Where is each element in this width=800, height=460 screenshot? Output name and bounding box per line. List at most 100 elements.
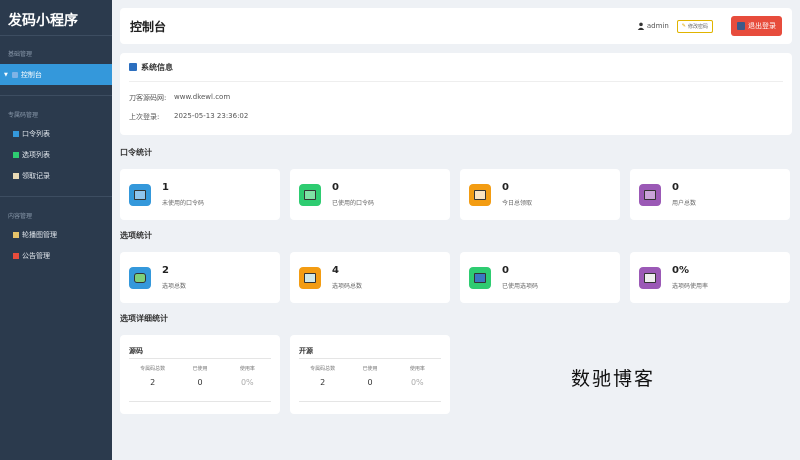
check-icon <box>13 151 19 158</box>
change-password-button[interactable]: ✎ 修改密码 <box>676 19 713 33</box>
info-row: 上次登录: 2025-05-13 23:36:02 <box>129 112 783 122</box>
option-name: 源码 <box>129 335 271 359</box>
user-icon <box>637 22 645 30</box>
users-icon <box>639 183 661 206</box>
sidebar-item-label: 领取记录 <box>22 171 50 180</box>
stat-value: 0 <box>332 182 339 193</box>
detail-header: 已使用 <box>362 366 378 372</box>
pencil-icon: ✎ <box>681 23 686 29</box>
stat-value: 0% <box>672 265 689 276</box>
stat-card-used-codes: 0 已使用的口令码 <box>290 169 450 220</box>
stat-value: 2 <box>162 265 169 276</box>
bar-chart-icon <box>639 266 661 289</box>
stat-label: 选项码使用率 <box>672 283 709 290</box>
sidebar-item-label: 轮播图管理 <box>22 230 57 239</box>
logout-button[interactable]: 退出登录 <box>731 16 782 36</box>
detail-header: 专属码总数 <box>310 366 336 372</box>
caret-down-icon: ▼ <box>4 71 8 78</box>
option-stats-row: 2 选项总数 4 选项码总数 0 已使用选项码 0% 选项码使用率 <box>120 252 792 303</box>
sidebar: 发码小程序 基础管理 ▼ 控制台 专属码管理 口令列表 选项列表 领取记录 内容… <box>0 0 112 460</box>
megaphone-icon <box>13 252 19 259</box>
section-title-option-detail: 选项详细统计 <box>120 314 168 323</box>
sidebar-divider <box>0 95 112 96</box>
stat-value: 0 <box>502 182 509 193</box>
option-detail-row: 源码 专属码总数 2 已使用 0 使用率 0% 开源 专属码总数 2 已使用 0 使用率 0… <box>120 335 792 414</box>
list-icon <box>13 130 19 137</box>
section-title-code-stats: 口令统计 <box>120 148 152 157</box>
system-info-panel: 系统信息 刀客源码网: www.dkewl.com 上次登录: 2025-05-… <box>120 53 792 135</box>
calendar-icon <box>13 172 19 179</box>
page-title: 控制台 <box>130 19 167 34</box>
stat-label: 用户总数 <box>672 200 697 207</box>
keyboard-icon <box>299 266 321 289</box>
info-value: 2025-05-13 23:36:02 <box>174 112 249 120</box>
sidebar-item-label: 选项列表 <box>22 150 50 159</box>
info-icon <box>129 63 137 71</box>
info-value: www.dkewl.com <box>174 93 231 101</box>
puzzle-icon <box>129 266 151 289</box>
option-detail-card: 开源 专属码总数 2 已使用 0 使用率 0% <box>290 335 450 414</box>
option-detail-card: 源码 专属码总数 2 已使用 0 使用率 0% <box>120 335 280 414</box>
main-content: 控制台 admin ✎ 修改密码 退出登录 系统信息 刀客源码网: www.dk… <box>120 8 792 414</box>
sidebar-item-code-list[interactable]: 口令列表 <box>0 123 112 144</box>
dashboard-icon <box>11 71 18 78</box>
username: admin <box>646 22 669 30</box>
detail-value: 0 <box>197 378 203 387</box>
detail-header: 专属码总数 <box>140 366 166 372</box>
stat-value: 0 <box>672 182 679 193</box>
sidebar-item-carousel[interactable]: 轮播图管理 <box>0 224 112 245</box>
stat-label: 选项码总数 <box>332 283 363 290</box>
detail-value: 0 <box>367 378 373 387</box>
info-row: 刀客源码网: www.dkewl.com <box>129 93 783 103</box>
detail-value: 0% <box>240 378 254 387</box>
stat-card-total-options: 2 选项总数 <box>120 252 280 303</box>
stat-card-option-usage-rate: 0% 选项码使用率 <box>630 252 790 303</box>
detail-value: 2 <box>150 378 156 387</box>
image-icon <box>13 231 19 238</box>
stat-label: 已使用的口令码 <box>332 200 375 207</box>
detail-header: 使用率 <box>239 366 255 372</box>
header-bar: 控制台 admin ✎ 修改密码 退出登录 <box>120 8 792 44</box>
sidebar-item-option-list[interactable]: 选项列表 <box>0 144 112 165</box>
info-key: 上次登录: <box>129 113 160 121</box>
code-stats-row: 1 未使用的口令码 0 已使用的口令码 0 今日总领取 0 用户总数 <box>120 169 792 220</box>
stat-value: 0 <box>502 265 509 276</box>
detail-header: 使用率 <box>409 366 425 372</box>
change-password-label: 修改密码 <box>687 23 708 30</box>
sidebar-divider <box>0 196 112 197</box>
stat-card-used-option-codes: 0 已使用选项码 <box>460 252 620 303</box>
sidebar-item-claim-records[interactable]: 领取记录 <box>0 165 112 186</box>
logout-icon <box>737 22 745 30</box>
option-name: 开源 <box>299 335 441 359</box>
stat-label: 已使用选项码 <box>502 283 539 290</box>
sidebar-item-dashboard[interactable]: ▼ 控制台 <box>0 64 112 85</box>
stat-label: 未使用的口令码 <box>162 200 205 207</box>
stat-value: 4 <box>332 265 339 276</box>
detail-value: 2 <box>320 378 326 387</box>
logout-label: 退出登录 <box>748 22 776 30</box>
qr-icon <box>129 183 151 206</box>
info-key: 刀客源码网: <box>129 94 167 102</box>
sidebar-group-title: 基础管理 <box>8 51 33 58</box>
sidebar-item-label: 公告管理 <box>22 251 50 260</box>
system-info-title: 系统信息 <box>141 62 173 72</box>
stat-card-total-users: 0 用户总数 <box>630 169 790 220</box>
sidebar-group-title: 内容管理 <box>8 213 33 220</box>
watermark: 数驰博客 <box>571 368 656 390</box>
stat-value: 1 <box>162 182 169 193</box>
sidebar-item-announcements[interactable]: 公告管理 <box>0 245 112 266</box>
record-icon <box>469 266 491 289</box>
sidebar-item-label: 口令列表 <box>22 129 50 138</box>
stat-card-today-claims: 0 今日总领取 <box>460 169 620 220</box>
stat-label: 选项总数 <box>162 283 187 290</box>
user-info: admin <box>637 22 669 30</box>
sidebar-group-title: 专属码管理 <box>8 112 39 119</box>
sidebar-item-label: 控制台 <box>20 70 42 79</box>
app-title: 发码小程序 <box>0 0 112 36</box>
stat-card-total-option-codes: 4 选项码总数 <box>290 252 450 303</box>
stat-label: 今日总领取 <box>502 200 533 207</box>
section-title-option-stats: 选项统计 <box>120 231 152 240</box>
calendar-icon <box>469 183 491 206</box>
stat-card-unused-codes: 1 未使用的口令码 <box>120 169 280 220</box>
detail-header: 已使用 <box>192 366 208 372</box>
